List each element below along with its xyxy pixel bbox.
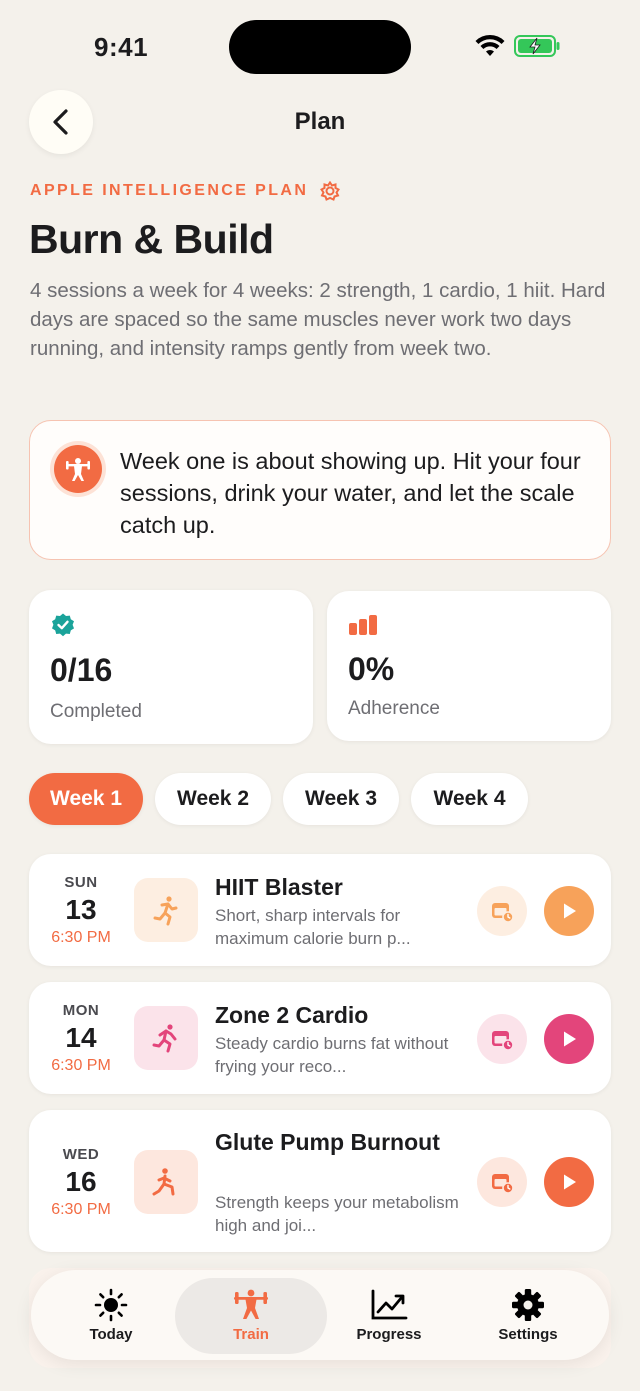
play-icon xyxy=(564,1174,576,1190)
session-time: 6:30 PM xyxy=(51,1201,111,1218)
session-description: Strength keeps your metabolism high and … xyxy=(215,1193,459,1235)
tab-week-4[interactable]: Week 4 xyxy=(411,773,528,825)
tab-settings-label: Settings xyxy=(498,1325,558,1343)
weightlifter-icon xyxy=(54,445,102,493)
tab-week-3[interactable]: Week 3 xyxy=(283,773,399,825)
coach-note-card: Week one is about showing up. Hit your f… xyxy=(29,420,611,560)
stat-card-completed: 0/16 Completed xyxy=(29,590,313,744)
tab-week-2[interactable]: Week 2 xyxy=(155,773,271,825)
session-card[interactable]: MON 14 6:30 PM Zone 2 Cardio Steady card… xyxy=(29,982,611,1094)
session-time: 6:30 PM xyxy=(51,1057,111,1074)
session-thumbnail xyxy=(134,1150,198,1214)
plan-eyebrow: APPLE INTELLIGENCE PLAN xyxy=(30,181,341,201)
tab-train[interactable]: Train xyxy=(181,1270,321,1360)
dynamic-island xyxy=(229,20,411,74)
status-time: 9:41 xyxy=(94,32,149,62)
session-thumbnail xyxy=(134,878,198,942)
session-time: 6:30 PM xyxy=(51,929,111,946)
schedule-button[interactable] xyxy=(477,1157,527,1207)
weightlifter-icon xyxy=(234,1289,268,1319)
session-card[interactable]: SUN 13 6:30 PM HIIT Blaster Short, sharp… xyxy=(29,854,611,966)
sprint-icon xyxy=(153,896,178,926)
page-title: Plan xyxy=(294,108,346,135)
tab-today-label: Today xyxy=(89,1325,133,1343)
calendar-clock-icon xyxy=(492,1174,514,1194)
intelligence-icon xyxy=(320,181,341,201)
gear-icon xyxy=(512,1288,544,1321)
play-icon xyxy=(564,903,576,919)
play-button[interactable] xyxy=(544,1157,594,1207)
stat-card-adherence: 0% Adherence xyxy=(327,591,611,741)
play-button[interactable] xyxy=(544,1014,594,1064)
tab-train-label: Train xyxy=(233,1325,269,1343)
plan-description: 4 sessions a week for 4 weeks: 2 strengt… xyxy=(30,279,606,360)
lunge-icon xyxy=(152,1168,175,1196)
battery-icon xyxy=(514,35,560,57)
bar-chart-icon xyxy=(349,615,377,635)
chart-icon xyxy=(371,1289,408,1319)
status-bar: 9:41 xyxy=(0,0,640,90)
play-icon xyxy=(564,1031,576,1047)
session-card[interactable]: WED 16 6:30 PM Glute Pump Burnout Streng… xyxy=(29,1110,611,1252)
tab-week-1[interactable]: Week 1 xyxy=(29,773,143,825)
tab-progress-label: Progress xyxy=(356,1325,422,1343)
plan-title: Burn & Build xyxy=(29,216,274,262)
session-date: 14 xyxy=(65,1022,97,1053)
running-icon xyxy=(152,1024,177,1053)
wifi-icon xyxy=(475,34,505,56)
calendar-clock-icon xyxy=(492,1031,514,1051)
session-name: HIIT Blaster xyxy=(215,874,343,900)
session-name: Zone 2 Cardio xyxy=(215,1002,369,1028)
session-day: SUN xyxy=(64,874,98,891)
session-thumbnail xyxy=(134,1006,198,1070)
verified-check-icon xyxy=(52,613,74,637)
session-day: MON xyxy=(62,1002,100,1019)
coach-note-text: Week one is about showing up. Hit your f… xyxy=(120,448,581,538)
plan-eyebrow-label: APPLE INTELLIGENCE PLAN xyxy=(30,182,309,199)
sun-icon xyxy=(94,1288,128,1321)
session-date: 13 xyxy=(65,894,97,925)
adherence-value: 0% xyxy=(348,651,395,687)
completed-label: Completed xyxy=(50,701,142,722)
session-date: 16 xyxy=(65,1166,97,1197)
schedule-button[interactable] xyxy=(477,886,527,936)
session-description: Steady cardio burns fat without frying y… xyxy=(215,1034,449,1076)
tab-bar: Today Train Progress Settings xyxy=(31,1270,609,1360)
schedule-button[interactable] xyxy=(477,1014,527,1064)
completed-value: 0/16 xyxy=(50,652,113,688)
session-name: Glute Pump Burnout xyxy=(215,1129,440,1155)
adherence-label: Adherence xyxy=(348,698,440,719)
session-description: Short, sharp intervals for maximum calor… xyxy=(215,906,411,948)
tab-settings[interactable]: Settings xyxy=(458,1270,598,1360)
session-day: WED xyxy=(62,1146,100,1163)
play-button[interactable] xyxy=(544,886,594,936)
tab-progress[interactable]: Progress xyxy=(319,1270,459,1360)
tab-today[interactable]: Today xyxy=(41,1270,181,1360)
calendar-clock-icon xyxy=(492,903,514,923)
